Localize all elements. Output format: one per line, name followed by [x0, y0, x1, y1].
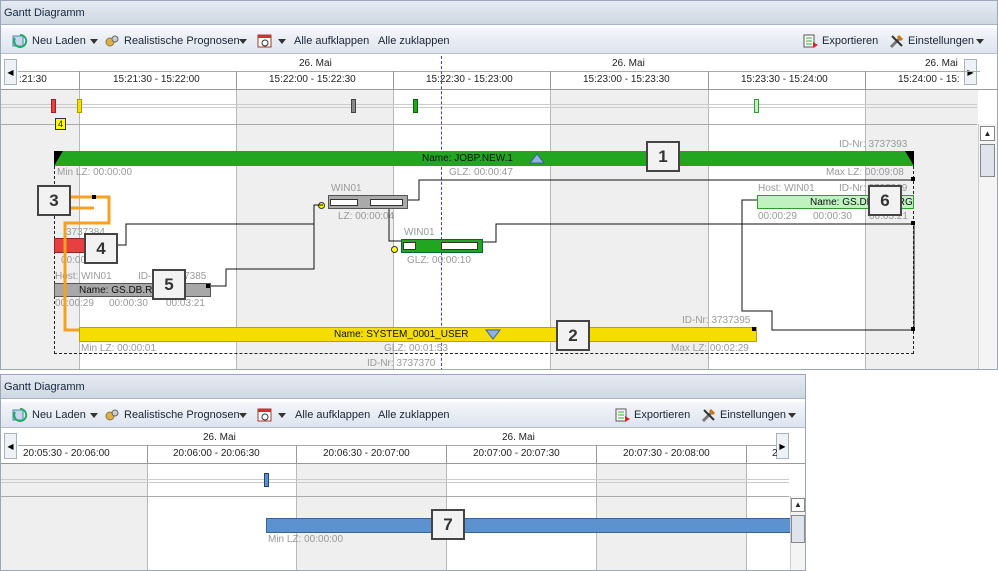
scroll-up-button[interactable]: ▲	[980, 126, 995, 141]
callout-1: 1	[646, 141, 680, 172]
time-slot-label: 20:05:30 - 20:06:00	[23, 448, 110, 459]
min-lz: Min LZ: 00:00:00	[268, 534, 344, 545]
gantt-panel-bottom: Gantt Diagramm Neu Laden Realistische Pr…	[0, 374, 806, 571]
expand-all-button[interactable]: Alle aufklappen	[295, 409, 370, 421]
settings-button[interactable]: Einstellungen	[720, 409, 786, 421]
scroll-left-button[interactable]: ◀	[4, 433, 17, 459]
scroll-up-button[interactable]: ▲	[791, 498, 805, 512]
scrollbar-thumb[interactable]	[791, 515, 805, 543]
callout-7: 7	[431, 509, 465, 540]
export-icon[interactable]	[615, 407, 631, 423]
overview-marker-blue[interactable]	[264, 473, 269, 487]
forecast-button[interactable]: Realistische Prognosen	[124, 409, 240, 421]
time-slot-label: 20:06:00 - 20:06:30	[173, 448, 260, 459]
export-button[interactable]: Exportieren	[634, 409, 690, 421]
calendar-dropdown-icon[interactable]	[278, 413, 286, 418]
reload-icon[interactable]	[12, 407, 28, 423]
job-bar-blue[interactable]	[266, 518, 791, 533]
reload-button[interactable]: Neu Laden	[32, 409, 86, 421]
callout-3: 3	[37, 185, 71, 216]
time-slot-label: 2	[772, 448, 778, 459]
callout-5: 5	[152, 269, 186, 300]
scrollbar-thumb[interactable]	[980, 144, 995, 177]
collapse-all-button[interactable]: Alle zuklappen	[378, 409, 450, 421]
callout-6: 6	[868, 185, 902, 216]
timeline-header: ◀ ▶ 26. Mai 26. Mai 20:05:30 - 20:06:00 …	[1, 430, 805, 464]
dependency-lines	[61, 179, 915, 332]
reload-dropdown-icon[interactable]	[90, 413, 98, 418]
time-slot-label: 20:07:00 - 20:07:30	[473, 448, 560, 459]
time-slot-label: 20:06:30 - 20:07:00	[323, 448, 410, 459]
toolbar: Neu Laden Realistische Prognosen Alle au…	[1, 402, 805, 428]
settings-icon[interactable]	[701, 407, 717, 423]
gantt-panel-top: Gantt Diagramm Neu Laden Realistische Pr…	[0, 0, 998, 370]
calendar-icon[interactable]	[257, 407, 273, 423]
forecast-dropdown-icon[interactable]	[239, 413, 247, 418]
date-label: 26. Mai	[203, 432, 236, 443]
callout-2: 2	[556, 320, 590, 351]
settings-dropdown-icon[interactable]	[788, 413, 796, 418]
time-slot-label: 20:07:30 - 20:08:00	[623, 448, 710, 459]
callout-4: 4	[84, 233, 118, 264]
forecast-icon[interactable]	[104, 407, 120, 423]
panel-title: Gantt Diagramm	[1, 375, 805, 399]
date-label: 26. Mai	[502, 432, 535, 443]
